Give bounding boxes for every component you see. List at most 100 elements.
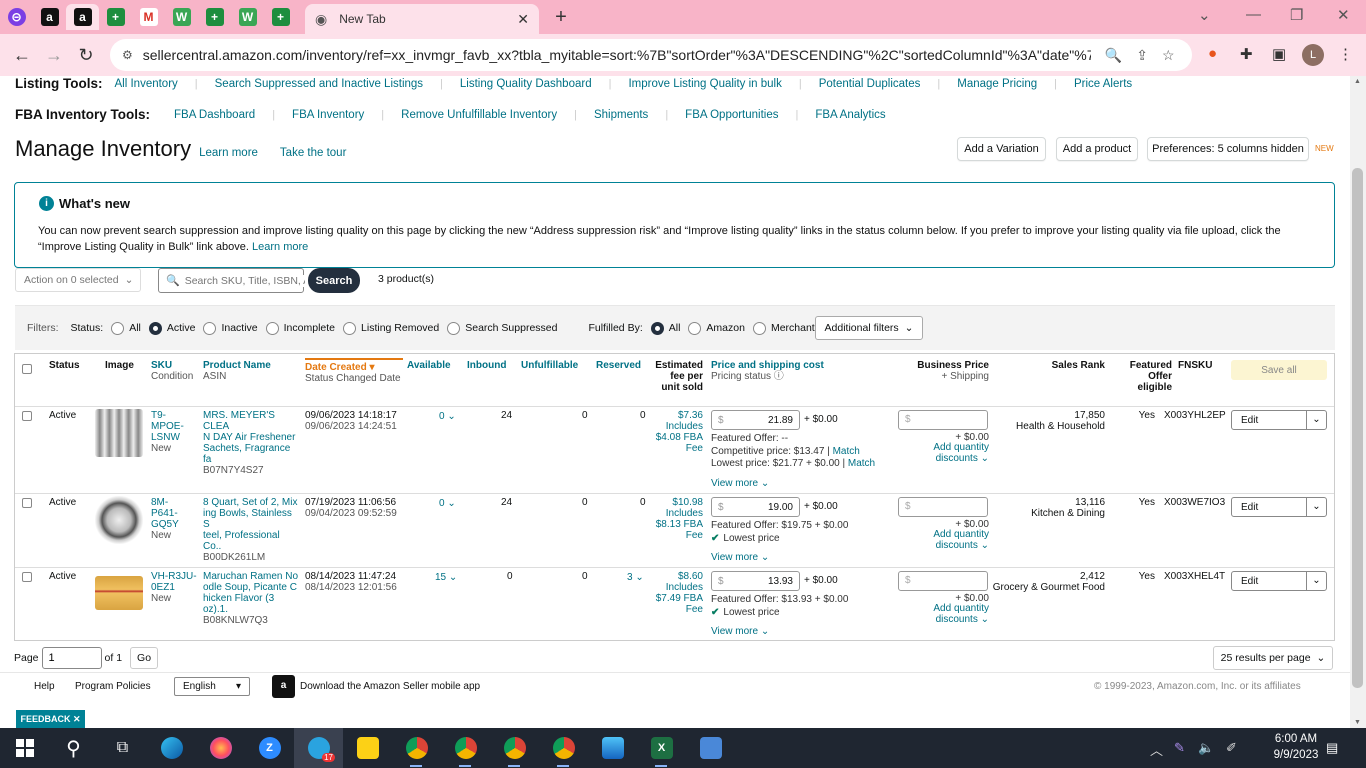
add-quantity-discounts-link[interactable]: Add quantity discounts ⌄ — [898, 442, 989, 464]
price-input[interactable]: $19.00 — [711, 497, 800, 517]
link-potential-duplicates[interactable]: Potential Duplicates — [819, 78, 921, 90]
restore-icon[interactable]: ❐ — [1290, 6, 1303, 24]
product-name-link[interactable]: MRS. MEYER'S CLEA N DAY Air Freshener Sach… — [203, 410, 295, 465]
link-listing-quality[interactable]: Listing Quality Dashboard — [460, 78, 592, 90]
fee-link[interactable]: $7.36 Includes $4.08 FBA Fee — [645, 410, 703, 454]
edge-icon[interactable] — [147, 728, 196, 768]
link-improve-bulk[interactable]: Improve Listing Quality in bulk — [628, 78, 781, 90]
search-input[interactable] — [184, 274, 305, 287]
link-price-alerts[interactable]: Price Alerts — [1074, 78, 1132, 90]
tray-chevron-icon[interactable]: ︿ — [1150, 740, 1163, 759]
telegram-icon[interactable]: 17 — [294, 728, 343, 768]
product-name-link[interactable]: Maruchan Ramen No odle Soup, Picante Chic… — [203, 571, 298, 615]
available-value[interactable]: 0 ⌄ — [439, 498, 456, 509]
add-quantity-discounts-link[interactable]: Add quantity discounts ⌄ — [898, 603, 989, 625]
page-number-input[interactable] — [41, 647, 102, 669]
puzzle-icon[interactable]: ✚ — [1240, 45, 1253, 63]
site-info-icon[interactable]: ⚙ — [122, 48, 133, 62]
select-all-checkbox[interactable] — [22, 364, 32, 374]
language-select[interactable]: English ▾ — [174, 677, 250, 696]
fulfilled-merchant-radio[interactable] — [752, 321, 766, 335]
match-link[interactable]: Match — [833, 446, 860, 457]
search-button[interactable]: Search — [308, 268, 360, 293]
available-value[interactable]: 0 ⌄ — [439, 411, 456, 422]
additional-filters-button[interactable]: Additional filters ⌄ — [815, 316, 923, 340]
go-button[interactable]: Go — [130, 647, 159, 669]
business-price-input[interactable]: $ — [898, 497, 988, 517]
business-price-input[interactable]: $ — [898, 410, 988, 430]
link-fba-analytics[interactable]: FBA Analytics — [815, 109, 885, 121]
status-suppressed-radio[interactable] — [447, 321, 461, 335]
results-per-page-dropdown[interactable]: 25 results per page ⌄ — [1213, 646, 1333, 670]
search-box[interactable]: 🔍 — [158, 268, 305, 293]
edit-button[interactable]: Edit ⌄ — [1231, 410, 1327, 430]
fulfilled-all-radio[interactable] — [650, 321, 664, 335]
scroll-down-icon[interactable]: ▼ — [1354, 719, 1361, 726]
link-fba-opportunities[interactable]: FBA Opportunities — [685, 109, 778, 121]
business-price-input[interactable]: $ — [898, 571, 988, 591]
product-image[interactable] — [95, 496, 143, 544]
menu-icon[interactable]: ⋮ — [1338, 45, 1353, 63]
whats-new-learn-more[interactable]: Learn more — [252, 241, 308, 253]
unfulfillable-header[interactable]: Unfulfillable — [521, 360, 578, 371]
product-image[interactable] — [95, 409, 143, 457]
sku-link[interactable]: 8M- P641- GQ5Y — [151, 497, 179, 530]
row-checkbox[interactable] — [22, 498, 32, 508]
sales-rank-header[interactable]: Sales Rank — [1015, 360, 1105, 371]
sku-link[interactable]: T9- MPOE- LSNW — [151, 410, 184, 443]
tab-amazon-icon[interactable]: a — [33, 4, 66, 30]
tab-search-icon[interactable]: ⊝ — [0, 4, 33, 30]
link-shipments[interactable]: Shipments — [594, 109, 648, 121]
chrome-icon[interactable] — [490, 728, 539, 768]
sidepanel-icon[interactable]: ▣ — [1272, 45, 1286, 63]
clock[interactable]: 6:00 AM 9/9/2023 — [1256, 731, 1336, 763]
date-created-header[interactable]: Date Created ▾ Status Changed Date — [305, 358, 403, 384]
task-view-icon[interactable]: ⧉ — [98, 728, 147, 768]
firefox-icon[interactable] — [196, 728, 245, 768]
link-search-suppressed[interactable]: Search Suppressed and Inactive Listings — [215, 78, 423, 90]
price-header[interactable]: Price and shipping cost Pricing status ⓘ — [711, 360, 824, 382]
edit-button[interactable]: Edit ⌄ — [1231, 497, 1327, 517]
pen-icon[interactable]: ✐ — [1226, 740, 1237, 756]
link-manage-pricing[interactable]: Manage Pricing — [957, 78, 1037, 90]
bulk-action-dropdown[interactable]: Action on 0 selected ⌄ — [15, 268, 141, 292]
reserved-value[interactable]: 3 ⌄ — [627, 572, 644, 583]
view-more-link[interactable]: View more ⌄ — [711, 552, 769, 563]
learn-more-link[interactable]: Learn more — [199, 147, 258, 159]
row-checkbox[interactable] — [22, 411, 32, 421]
link-fba-dashboard[interactable]: FBA Dashboard — [174, 109, 255, 121]
view-more-link[interactable]: View more ⌄ — [711, 626, 769, 637]
price-input[interactable]: $13.93 — [711, 571, 800, 591]
match-link[interactable]: Match — [848, 458, 875, 469]
link-fba-inventory[interactable]: FBA Inventory — [292, 109, 364, 121]
preferences-button[interactable]: Preferences: 5 columns hidden — [1147, 137, 1309, 161]
edit-button[interactable]: Edit ⌄ — [1231, 571, 1327, 591]
download-app-link[interactable]: Download the Amazon Seller mobile app — [300, 681, 480, 692]
minimize-icon[interactable]: — — [1246, 6, 1261, 23]
windows-start-icon[interactable] — [0, 728, 49, 768]
notifications-icon[interactable]: ▤ — [1326, 740, 1338, 756]
bookmark-star-icon[interactable]: ☆ — [1162, 47, 1175, 64]
tab-sheets-icon[interactable]: + — [264, 4, 297, 30]
calculator-icon[interactable] — [686, 728, 735, 768]
add-product-button[interactable]: Add a product — [1056, 137, 1138, 161]
new-tab-button[interactable]: + — [549, 6, 573, 29]
scroll-up-icon[interactable]: ▲ — [1354, 78, 1361, 85]
share-icon[interactable]: ⇪ — [1136, 47, 1148, 64]
status-removed-radio[interactable] — [343, 321, 357, 335]
price-input[interactable]: $21.89 — [711, 410, 800, 430]
tab-search-chevron-icon[interactable]: ⌄ — [1198, 6, 1211, 24]
feedback-button[interactable]: FEEDBACK ✕ — [16, 710, 85, 728]
sku-link[interactable]: VH-R3JU- 0EZ1 — [151, 571, 197, 593]
status-active-radio[interactable] — [148, 321, 162, 335]
volume-icon[interactable]: 🔈 — [1198, 740, 1214, 756]
product-image[interactable] — [95, 576, 143, 610]
reload-icon[interactable]: ↻ — [70, 45, 102, 66]
url-text[interactable]: sellercentral.amazon.com/inventory/ref=x… — [143, 47, 1091, 63]
row-checkbox[interactable] — [22, 572, 32, 582]
tab-sheets-icon[interactable]: + — [99, 4, 132, 30]
fee-link[interactable]: $10.98 Includes $8.13 FBA Fee — [645, 497, 703, 541]
search-icon[interactable]: ⚲ — [49, 728, 98, 768]
available-header[interactable]: Available — [407, 360, 451, 371]
close-tab-icon[interactable]: ✕ — [517, 11, 529, 28]
